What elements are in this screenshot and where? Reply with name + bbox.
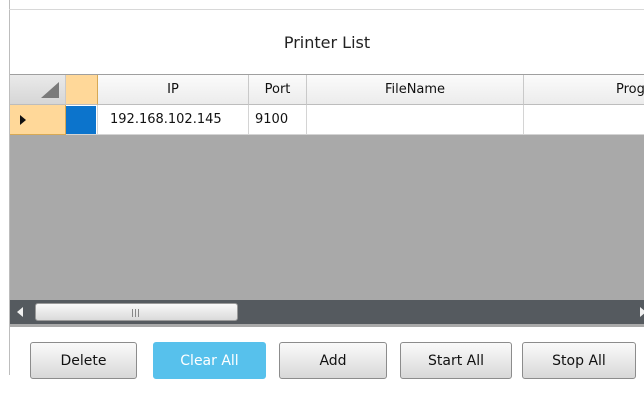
selection-column-header[interactable] xyxy=(66,75,98,105)
column-header-filename[interactable]: FileName xyxy=(307,75,524,105)
cell-progress[interactable] xyxy=(524,105,644,135)
scrollbar-thumb[interactable] xyxy=(35,303,238,321)
horizontal-scrollbar[interactable] xyxy=(10,300,644,324)
panel-title: Printer List xyxy=(283,32,371,52)
cell-filename[interactable] xyxy=(307,105,524,135)
scroll-right-icon[interactable] xyxy=(640,307,644,317)
delete-button[interactable]: Delete xyxy=(30,342,137,379)
add-button[interactable]: Add xyxy=(279,342,387,379)
select-all-corner[interactable] xyxy=(10,75,66,105)
cell-ip[interactable]: 192.168.102.145 xyxy=(98,105,249,135)
selection-cell[interactable] xyxy=(66,105,98,135)
clear-all-button[interactable]: Clear All xyxy=(153,342,266,379)
printer-grid[interactable]: IP Port FileName Prog 192.168.102.145 91… xyxy=(10,74,644,327)
scroll-left-icon[interactable] xyxy=(17,307,23,317)
column-header-ip[interactable]: IP xyxy=(98,75,249,105)
scrollbar-grip-icon xyxy=(132,309,141,317)
current-row-arrow-icon xyxy=(20,114,26,125)
row-header[interactable] xyxy=(10,105,66,135)
select-all-triangle-icon xyxy=(41,82,59,98)
cell-port[interactable]: 9100 xyxy=(249,105,307,135)
column-header-progress[interactable]: Prog xyxy=(524,75,644,105)
selection-indicator xyxy=(66,105,96,134)
column-header-port[interactable]: Port xyxy=(249,75,307,105)
start-all-button[interactable]: Start All xyxy=(400,342,512,379)
stop-all-button[interactable]: Stop All xyxy=(522,342,636,379)
